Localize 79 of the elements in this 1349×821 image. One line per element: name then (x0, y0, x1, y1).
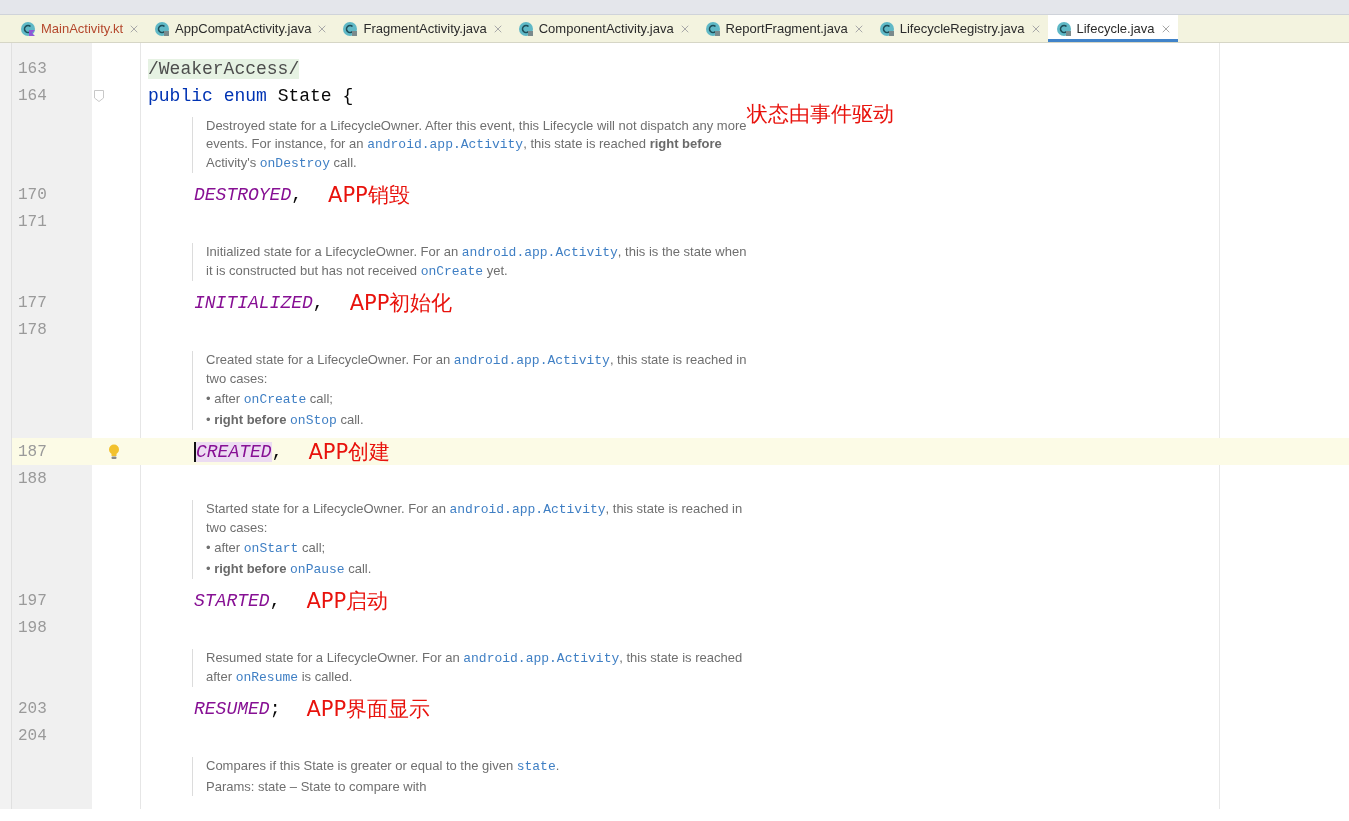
tab-label: ComponentActivity.java (538, 21, 674, 36)
class-file-icon (154, 20, 171, 37)
line-number: 164 (17, 86, 48, 105)
doc-text: Created state for a LifecycleOwner. For an android.app.Activity, this state is reached in two cases: (206, 351, 748, 388)
class-file-icon (342, 20, 359, 37)
tab-label: Lifecycle.java (1076, 21, 1155, 36)
code-text: , (271, 441, 283, 462)
line-number: 178 (17, 320, 48, 339)
doc-link[interactable]: onStop (290, 413, 337, 428)
line-number: 198 (17, 618, 48, 637)
doc-text: Resumed state for a LifecycleOwner. For an android.app.Activity, this state is reached after onResume is called. (206, 649, 744, 687)
doc-text: • right before onStop call. (206, 411, 365, 430)
editor-tab[interactable]: LifecycleRegistry.java (870, 15, 1048, 42)
tab-label: LifecycleRegistry.java (899, 21, 1025, 36)
doc-text: Started state for a LifecycleOwner. For an android.app.Activity, this state is reached in two cases: (206, 500, 744, 537)
annotation-note: APP初始化 (349, 289, 453, 317)
code-text: , (312, 292, 324, 313)
class-file-icon (878, 20, 895, 37)
doc-link[interactable]: onCreate (243, 392, 307, 407)
doc-text: Compares if this State is greater or equal to the given state. (206, 757, 561, 776)
line-number: 197 (17, 591, 48, 610)
code-text: , (291, 184, 303, 205)
doc-link[interactable]: onResume (235, 670, 299, 685)
keyword: enum (223, 85, 268, 106)
line-number: 187 (17, 442, 48, 461)
class-file-icon (20, 20, 36, 37)
line-number: 203 (17, 699, 48, 718)
lightbulb-icon[interactable] (108, 443, 120, 460)
fold-icon[interactable] (94, 89, 104, 102)
class-file-icon (517, 20, 534, 37)
annotation-note: APP创建 (308, 438, 391, 466)
doc-text: Initialized state for a LifecycleOwner. For an android.app.Activity, this is the state when it is constructed but has not received onCreate yet. (206, 243, 748, 281)
editor-tab[interactable]: Lifecycle.java (1047, 15, 1178, 42)
tab-label: ReportFragment.java (725, 21, 848, 36)
line-number: 188 (17, 469, 48, 488)
doc-link[interactable]: onCreate (420, 264, 484, 279)
doc-text: • after onCreate call; (206, 390, 334, 409)
doc-link[interactable]: state (516, 759, 556, 774)
enum-constant: INITIALIZED (194, 292, 313, 313)
line-number: 170 (17, 185, 48, 204)
editor-tab[interactable]: ComponentActivity.java (509, 15, 697, 42)
class-file-icon (1055, 20, 1072, 37)
doc-text: • after onStart call; (206, 539, 327, 558)
doc-link[interactable]: onStart (243, 541, 299, 556)
doc-link[interactable]: android.app.Activity (461, 245, 618, 260)
tab-label: MainActivity.kt (41, 21, 124, 36)
code-text: , (269, 590, 281, 611)
enum-constant: DESTROYED (194, 184, 292, 205)
doc-link[interactable]: onDestroy (259, 156, 330, 171)
code-text: State { (277, 85, 354, 106)
code-text: ; (269, 698, 281, 719)
editor-tab[interactable]: AppCompatActivity.java (146, 15, 335, 42)
line-number: 177 (17, 293, 48, 312)
keyword: public (148, 85, 214, 106)
line-number: 204 (17, 726, 48, 745)
doc-link[interactable]: android.app.Activity (453, 353, 610, 368)
annotation-note: APP销毁 (328, 181, 410, 209)
tab-label: FragmentActivity.java (363, 21, 487, 36)
doc-link[interactable]: android.app.Activity (367, 137, 524, 152)
annotation: /WeakerAccess/ (148, 58, 300, 79)
editor-tab[interactable]: FragmentActivity.java (334, 15, 510, 42)
doc-link[interactable]: onPause (290, 562, 345, 577)
annotation-note: APP启动 (306, 587, 389, 615)
annotation-note: APP界面显示 (306, 695, 431, 723)
line-number: 171 (17, 212, 48, 231)
enum-constant: STARTED (194, 590, 270, 611)
enum-constant: RESUMED (194, 698, 270, 719)
editor-tab[interactable]: ReportFragment.java (696, 15, 871, 42)
enum-constant: CREATED (194, 441, 272, 462)
doc-text: Destroyed state for a LifecycleOwner. After this event, this Lifecycle will not dispatch any more events. For instance, for an android.app.Activity, this state is reached right before Activity's onDestroy call. (206, 117, 747, 173)
line-number: 163 (17, 59, 48, 78)
doc-link[interactable]: android.app.Activity (449, 502, 606, 517)
doc-text: Params: state – State to compare with (206, 778, 428, 796)
tab-label: AppCompatActivity.java (175, 21, 312, 36)
doc-link[interactable]: android.app.Activity (463, 651, 620, 666)
editor-tab[interactable]: MainActivity.kt (12, 15, 147, 42)
class-file-icon (704, 20, 721, 37)
doc-text: • right before onPause call. (206, 560, 373, 579)
annotation-note: 状态由事件驱动 (747, 101, 894, 128)
